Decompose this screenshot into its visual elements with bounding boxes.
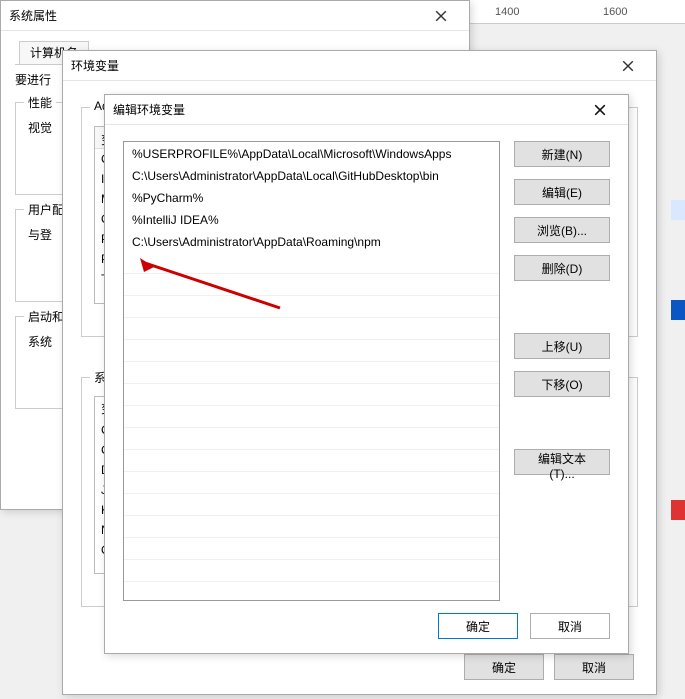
d1-close-button[interactable] — [421, 2, 461, 30]
close-icon — [622, 60, 634, 72]
path-list-item[interactable]: C:\Users\Administrator\AppData\Local\Git… — [124, 164, 499, 186]
path-list-item[interactable]: %USERPROFILE%\AppData\Local\Microsoft\Wi… — [124, 142, 499, 164]
path-list-empty-row[interactable] — [124, 406, 499, 428]
move-down-button[interactable]: 下移(O) — [514, 371, 610, 397]
path-list-empty-row[interactable] — [124, 516, 499, 538]
path-list-empty-row[interactable] — [124, 252, 499, 274]
path-list-empty-row[interactable] — [124, 274, 499, 296]
close-icon — [594, 104, 606, 116]
path-list-empty-row[interactable] — [124, 538, 499, 560]
d2-titlebar[interactable]: 环境变量 — [63, 51, 656, 81]
ruler-tick-1600: 1600 — [603, 6, 627, 18]
d3-titlebar[interactable]: 编辑环境变量 — [105, 95, 628, 125]
edit-text-button[interactable]: 编辑文本(T)... — [514, 449, 610, 475]
path-list-empty-row[interactable] — [124, 362, 499, 384]
ruler-tick-1400: 1400 — [495, 6, 519, 18]
path-list-item[interactable]: C:\Users\Administrator\AppData\Roaming\n… — [124, 230, 499, 252]
path-list-empty-row[interactable] — [124, 494, 499, 516]
path-list-item[interactable]: %IntelliJ IDEA% — [124, 208, 499, 230]
edit-button[interactable]: 编辑(E) — [514, 179, 610, 205]
path-list[interactable]: %USERPROFILE%\AppData\Local\Microsoft\Wi… — [123, 141, 500, 601]
edit-env-variable-dialog: 编辑环境变量 %USERPROFILE%\AppData\Local\Micro… — [104, 94, 629, 654]
path-list-empty-row[interactable] — [124, 428, 499, 450]
d3-ok-button[interactable]: 确定 — [438, 613, 518, 639]
path-list-empty-row[interactable] — [124, 560, 499, 582]
d1-title: 系统属性 — [9, 7, 421, 24]
path-list-item[interactable]: %PyCharm% — [124, 186, 499, 208]
d2-ok-button[interactable]: 确定 — [464, 654, 544, 680]
path-list-empty-row[interactable] — [124, 384, 499, 406]
d2-close-button[interactable] — [608, 52, 648, 80]
path-list-empty-row[interactable] — [124, 472, 499, 494]
d2-cancel-button[interactable]: 取消 — [554, 654, 634, 680]
d2-title: 环境变量 — [71, 57, 608, 74]
background-app-strip — [671, 200, 685, 600]
new-button[interactable]: 新建(N) — [514, 141, 610, 167]
group-performance-label: 性能 — [24, 94, 56, 111]
path-list-empty-row[interactable] — [124, 296, 499, 318]
close-icon — [435, 10, 447, 22]
path-list-empty-row[interactable] — [124, 318, 499, 340]
delete-button[interactable]: 删除(D) — [514, 255, 610, 281]
browse-button[interactable]: 浏览(B)... — [514, 217, 610, 243]
path-list-empty-row[interactable] — [124, 340, 499, 362]
move-up-button[interactable]: 上移(U) — [514, 333, 610, 359]
d3-cancel-button[interactable]: 取消 — [530, 613, 610, 639]
d3-close-button[interactable] — [580, 96, 620, 124]
ruler: 1400 1600 — [455, 0, 685, 24]
d3-title: 编辑环境变量 — [113, 101, 580, 118]
path-list-empty-row[interactable] — [124, 450, 499, 472]
d1-titlebar[interactable]: 系统属性 — [1, 1, 469, 31]
